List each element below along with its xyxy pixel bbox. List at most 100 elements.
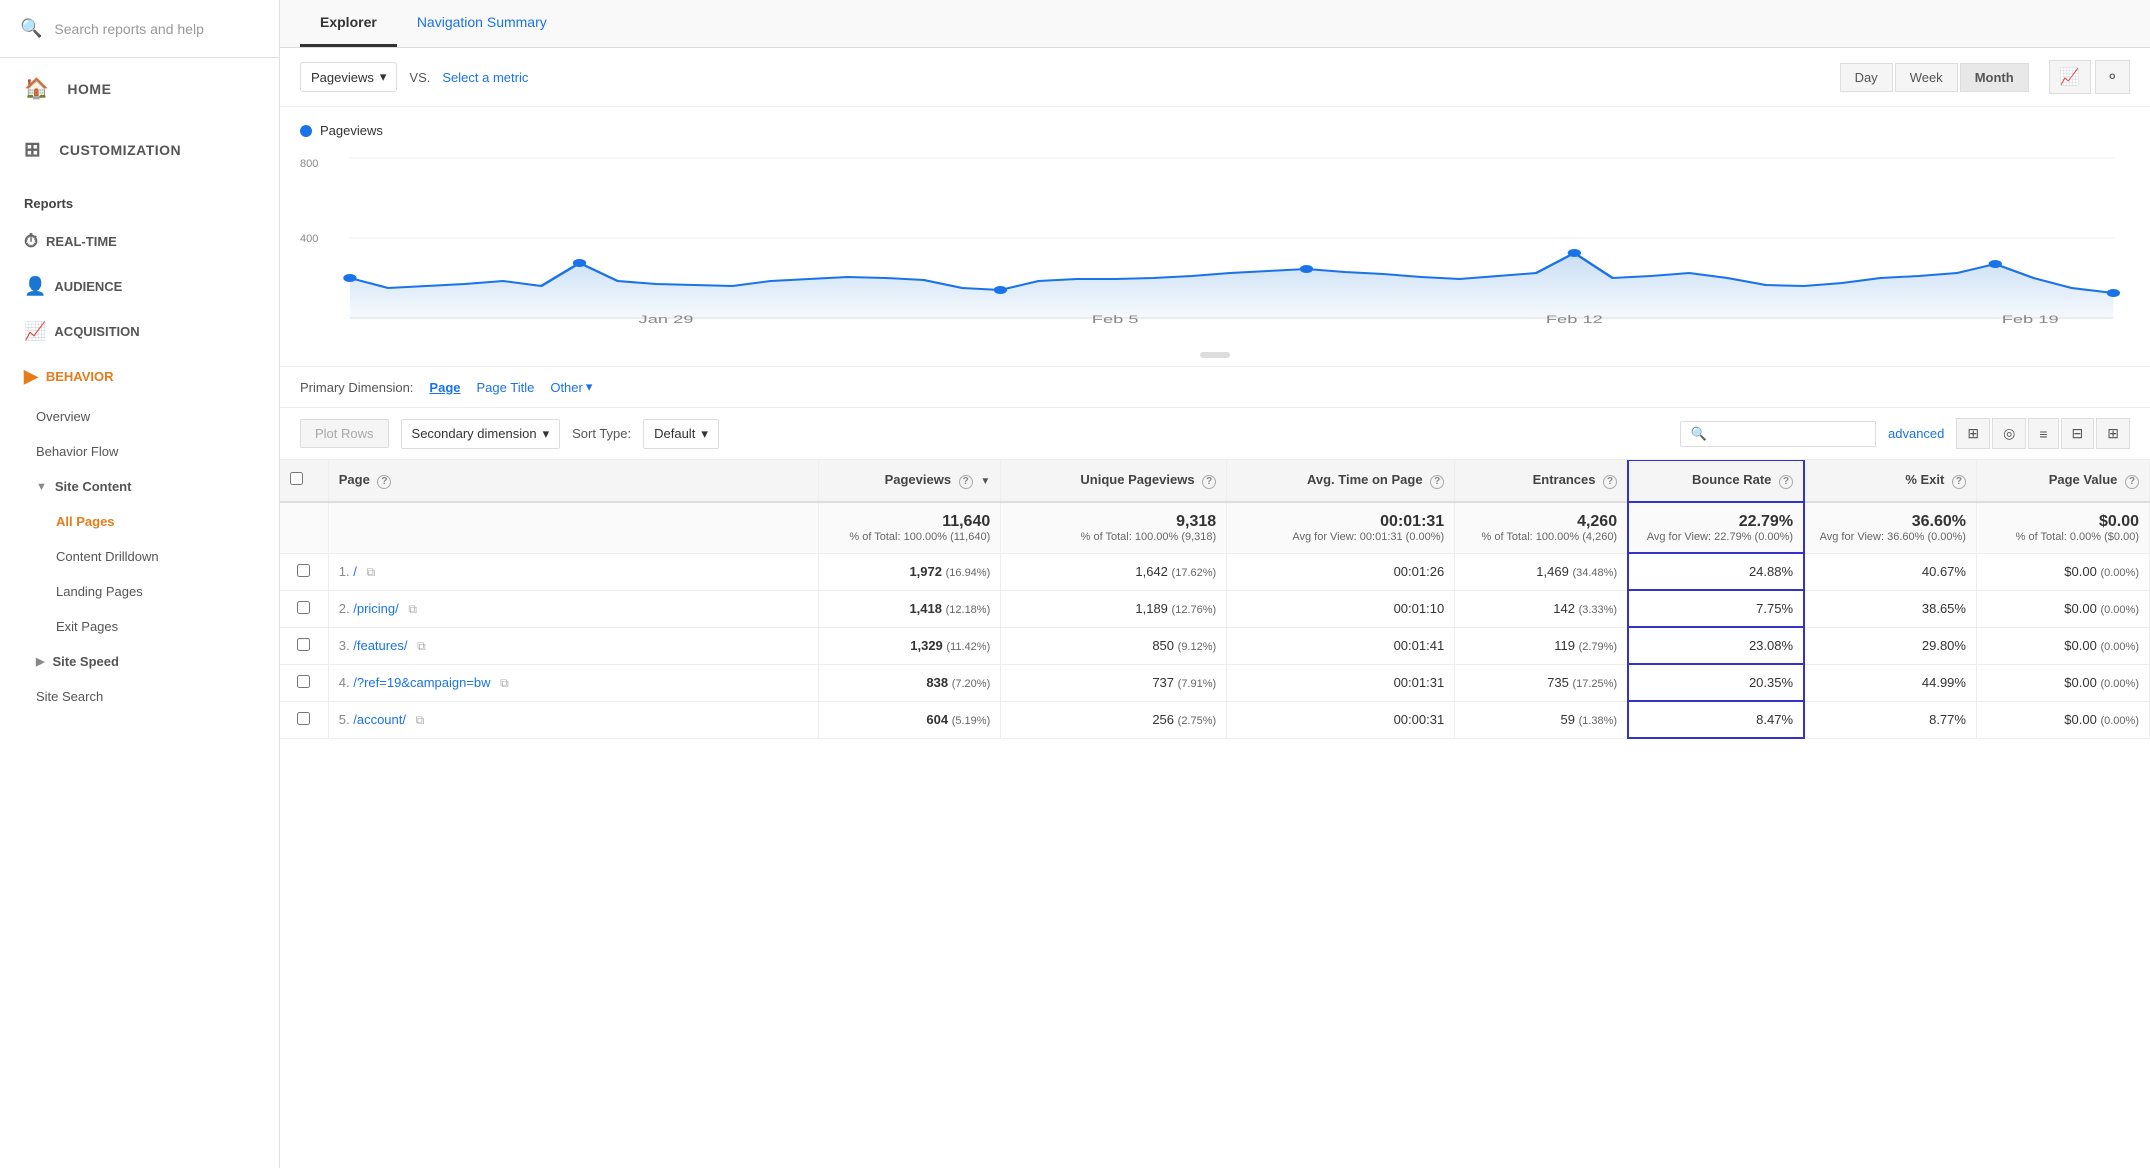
row-3-avg-time: 00:01:41 — [1227, 627, 1455, 664]
scatter-chart-button[interactable]: ⚬ — [2095, 60, 2130, 94]
sidebar-item-all-pages[interactable]: All Pages — [0, 504, 279, 539]
realtime-icon: ⏱ — [24, 231, 38, 252]
sort-arrow-icon: ▾ — [701, 426, 708, 442]
month-button[interactable]: Month — [1960, 63, 2029, 92]
overview-label: Overview — [36, 409, 90, 424]
row-checkbox-4[interactable] — [297, 675, 310, 688]
dimension-other-dropdown[interactable]: Other ▾ — [550, 379, 592, 395]
col-header-pageviews[interactable]: Pageviews ? ▼ — [818, 460, 1001, 502]
sidebar-item-audience[interactable]: 👤 AUDIENCE — [0, 264, 279, 309]
row-checkbox-3[interactable] — [297, 638, 310, 651]
sidebar-item-site-speed[interactable]: ▶ Site Speed — [0, 644, 279, 679]
row-3-entrances: 119 (2.79%) — [1455, 627, 1628, 664]
row-5-exit: 8.77% — [1804, 701, 1977, 738]
pageviews-help-icon[interactable]: ? — [959, 475, 973, 489]
row-checkbox-1[interactable] — [297, 564, 310, 577]
reports-section-label: Reports — [0, 180, 279, 219]
sort-dropdown[interactable]: Default ▾ — [643, 419, 719, 449]
other-dropdown-arrow-icon: ▾ — [586, 379, 593, 395]
col-header-page: Page ? — [328, 460, 818, 502]
row-5-copy-icon[interactable]: ⧉ — [416, 713, 425, 727]
col-header-bounce-rate[interactable]: Bounce Rate ? — [1628, 460, 1804, 502]
row-checkbox-2[interactable] — [297, 601, 310, 614]
sidebar-item-home[interactable]: 🏠 HOME — [0, 58, 279, 119]
col-header-entrances[interactable]: Entrances ? — [1455, 460, 1628, 502]
bar-view-button[interactable]: ≡ — [2028, 418, 2058, 449]
sidebar-item-content-drilldown[interactable]: Content Drilldown — [0, 539, 279, 574]
row-4-page-link[interactable]: /?ref=19&campaign=bw — [353, 675, 490, 690]
metric-dropdown[interactable]: Pageviews ▾ — [300, 62, 397, 92]
bounce-rate-help-icon[interactable]: ? — [1779, 475, 1793, 489]
page-help-icon[interactable]: ? — [377, 475, 391, 489]
secondary-dimension-dropdown[interactable]: Secondary dimension ▾ — [401, 419, 561, 449]
search-bar[interactable]: 🔍 Search reports and help — [0, 0, 279, 58]
row-3-page-link[interactable]: /features/ — [353, 638, 407, 653]
line-chart-button[interactable]: 📈 — [2049, 60, 2091, 94]
sidebar-item-realtime[interactable]: ⏱ REAL-TIME — [0, 219, 279, 264]
row-4-bounce-rate: 20.35% — [1628, 664, 1804, 701]
home-label: HOME — [67, 81, 111, 97]
row-2-page-link[interactable]: /pricing/ — [353, 601, 399, 616]
select-metric-link[interactable]: Select a metric — [442, 70, 528, 85]
row-2-copy-icon[interactable]: ⧉ — [408, 602, 417, 616]
entrances-help-icon[interactable]: ? — [1603, 475, 1617, 489]
sidebar-item-site-search[interactable]: Site Search — [0, 679, 279, 714]
secondary-dimension-label: Secondary dimension — [412, 426, 537, 441]
row-4-exit: 44.99% — [1804, 664, 1977, 701]
row-1-exit: 40.67% — [1804, 553, 1977, 590]
line-chart-svg: Jan 29 Feb 5 Feb 12 Feb 19 — [300, 148, 2130, 328]
row-5-page-value: $0.00 (0.00%) — [1976, 701, 2149, 738]
dimension-page-link[interactable]: Page — [429, 380, 460, 395]
sidebar-item-overview[interactable]: Overview — [0, 399, 279, 434]
landing-pages-label: Landing Pages — [56, 584, 143, 599]
select-all-checkbox-header[interactable] — [280, 460, 328, 502]
exit-help-icon[interactable]: ? — [1952, 475, 1966, 489]
col-header-unique-pageviews[interactable]: Unique Pageviews ? — [1001, 460, 1227, 502]
tab-explorer[interactable]: Explorer — [300, 0, 397, 47]
sidebar-item-landing-pages[interactable]: Landing Pages — [0, 574, 279, 609]
row-3-copy-icon[interactable]: ⧉ — [417, 639, 426, 653]
row-1-page-link[interactable]: / — [353, 564, 357, 579]
tab-navigation-summary[interactable]: Navigation Summary — [397, 0, 567, 47]
select-all-checkbox[interactable] — [290, 472, 303, 485]
row-1-unique-pv: 1,642 (17.62%) — [1001, 553, 1227, 590]
day-button[interactable]: Day — [1840, 63, 1893, 92]
chart-container: 800 400 — [300, 148, 2130, 348]
pie-view-button[interactable]: ◎ — [1992, 418, 2026, 449]
page-value-help-icon[interactable]: ? — [2125, 475, 2139, 489]
sidebar-item-customization[interactable]: ⊞ CUSTOMIZATION — [0, 119, 279, 180]
sort-default-label: Default — [654, 426, 695, 441]
avg-time-help-icon[interactable]: ? — [1430, 475, 1444, 489]
col-header-page-value[interactable]: Page Value ? — [1976, 460, 2149, 502]
y-label-400: 400 — [300, 233, 318, 245]
chart-scroll-handle[interactable] — [1200, 352, 1230, 358]
row-checkbox-5[interactable] — [297, 712, 310, 725]
sidebar-item-behavior-flow[interactable]: Behavior Flow — [0, 434, 279, 469]
table-row: 3. /features/ ⧉ 1,329 (11.42%) 850 (9.12… — [280, 627, 2150, 664]
col-header-exit[interactable]: % Exit ? — [1804, 460, 1977, 502]
sidebar-item-site-content[interactable]: ▼ Site Content — [0, 469, 279, 504]
row-1-bounce-rate: 24.88% — [1628, 553, 1804, 590]
sidebar-item-exit-pages[interactable]: Exit Pages — [0, 609, 279, 644]
compare-view-button[interactable]: ⊟ — [2061, 418, 2095, 449]
table-search-input[interactable] — [1715, 426, 1865, 441]
svg-text:Feb 19: Feb 19 — [2002, 314, 2059, 326]
plot-rows-button[interactable]: Plot Rows — [300, 419, 389, 448]
secondary-dimension-arrow-icon: ▾ — [543, 426, 550, 442]
expand-arrow-speed: ▶ — [36, 655, 44, 668]
unique-pv-help-icon[interactable]: ? — [1202, 475, 1216, 489]
table-search-box[interactable]: 🔍 — [1680, 421, 1876, 447]
col-header-avg-time[interactable]: Avg. Time on Page ? — [1227, 460, 1455, 502]
week-button[interactable]: Week — [1895, 63, 1958, 92]
sidebar-item-behavior[interactable]: ▶ BEHAVIOR — [0, 354, 279, 399]
dimension-page-title-link[interactable]: Page Title — [477, 380, 535, 395]
pivot-view-button[interactable]: ⊞ — [2096, 418, 2130, 449]
row-5-page-link[interactable]: /account/ — [353, 712, 406, 727]
row-4-copy-icon[interactable]: ⧉ — [500, 676, 509, 690]
row-5-num: 5. — [339, 712, 350, 727]
sidebar-item-acquisition[interactable]: 📈 ACQUISITION — [0, 309, 279, 354]
row-1-copy-icon[interactable]: ⧉ — [366, 565, 375, 579]
advanced-link[interactable]: advanced — [1888, 426, 1944, 441]
row-3-page-value: $0.00 (0.00%) — [1976, 627, 2149, 664]
grid-view-button[interactable]: ⊞ — [1956, 418, 1990, 449]
